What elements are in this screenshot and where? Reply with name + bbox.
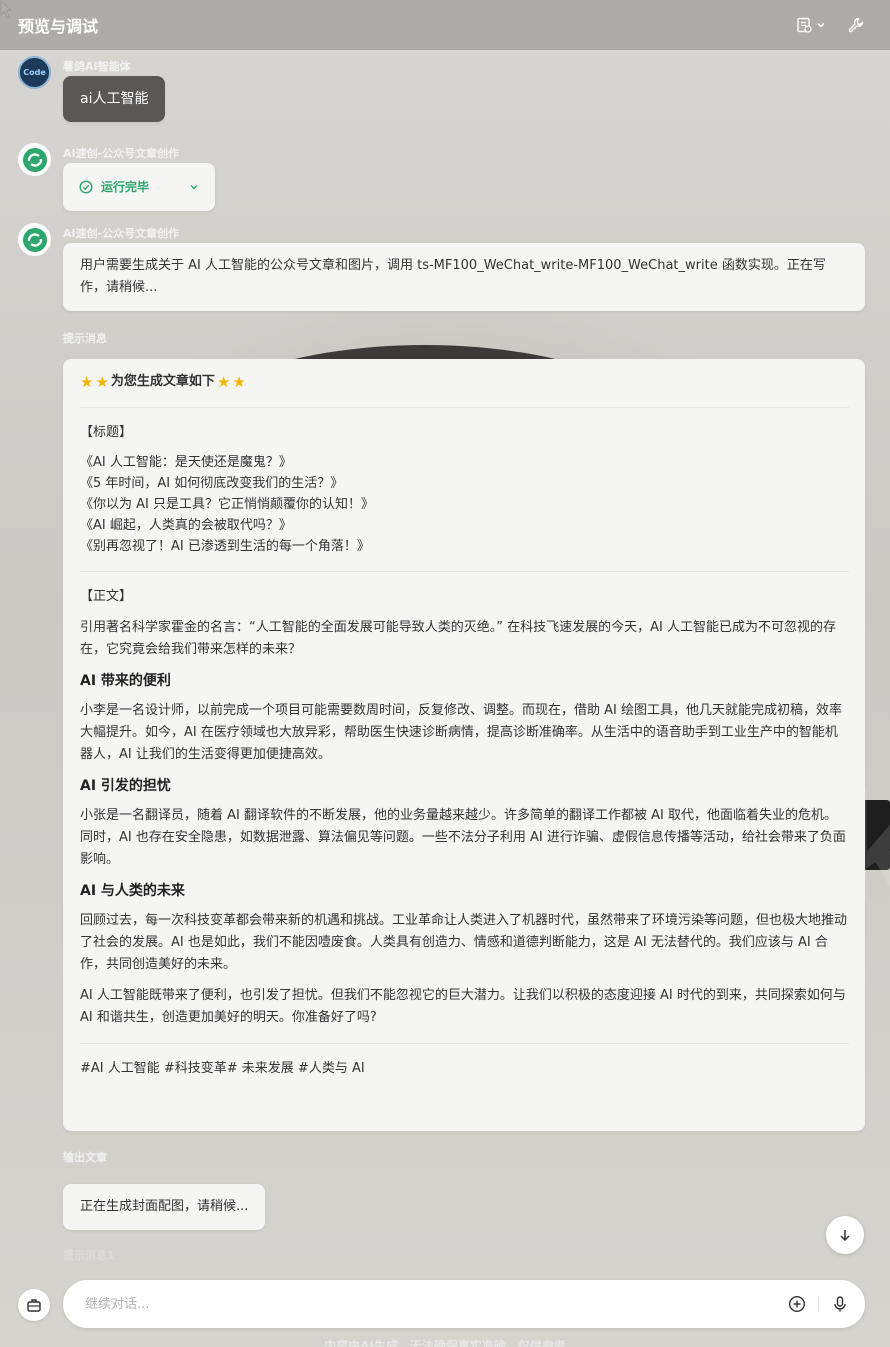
check-circle-icon xyxy=(79,180,93,194)
bot-logo-icon xyxy=(22,147,47,172)
star-icon: ★ xyxy=(95,373,109,391)
title-item: 《5 年时间，AI 如何彻底改变我们的生活？》 xyxy=(80,476,344,491)
section-text: 小张是一名翻译员，随着 AI 翻译软件的不断发展，他的业务量越来越少。许多简单的… xyxy=(80,808,846,867)
star-icon: ★ xyxy=(216,373,231,391)
history-dropdown-button[interactable] xyxy=(796,17,826,33)
title-tag: 【标题】 xyxy=(80,425,133,440)
user-sender-name: 薯鸽AI智能体 xyxy=(63,60,131,73)
hint-label: 提示消息 xyxy=(63,332,107,345)
bot-logo-icon xyxy=(22,227,47,252)
wrench-icon xyxy=(848,17,864,32)
disclaimer-text: 内容由AI生成，无法确保真实准确，仅供参考 xyxy=(324,1339,566,1347)
chevron-down-icon xyxy=(190,185,198,190)
section-heading: AI 带来的便利 xyxy=(80,673,171,689)
chat-input-container xyxy=(63,1280,865,1328)
page-title: 预览与调试 xyxy=(18,16,99,36)
article-heading: 为您生成文章如下 xyxy=(110,374,215,389)
star-icon: ★ xyxy=(80,373,94,391)
section-heading: AI 引发的担忧 xyxy=(80,778,171,794)
generating-bubble: 正在生成封面配图，请稍候... xyxy=(63,1184,266,1230)
toolbox-icon xyxy=(27,1299,41,1312)
output-label: 输出文章 xyxy=(63,1151,107,1164)
title-item: 《AI 人工智能：是天使还是魔鬼？》 xyxy=(80,455,292,470)
article-tags: #AI 人工智能 #科技变革# 未来发展 #人类与 AI xyxy=(80,1061,365,1076)
divider xyxy=(818,1296,819,1312)
user-message-bubble: ai人工智能 xyxy=(63,76,166,122)
arrow-down-icon xyxy=(840,1230,850,1242)
article-heading-row: ★ ★ 为您生成文章如下 ★ ★ xyxy=(80,371,849,393)
bot-avatar xyxy=(18,143,51,176)
body-tag: 【正文】 xyxy=(80,589,133,604)
title-item: 《AI 崛起，人类真的会被取代吗？》 xyxy=(80,518,292,533)
user-avatar: Code xyxy=(18,56,51,89)
chevron-down-icon xyxy=(817,22,825,28)
top-bar: 预览与调试 xyxy=(0,0,890,50)
bot-message-bubble: 用户需要生成关于 AI 人工智能的公众号文章和图片，调用 ts-MF100_We… xyxy=(63,243,865,311)
section-text: 回顾过去，每一次科技变革都会带来新的机遇和挑战。工业革命让人类进入了机器时代，虽… xyxy=(80,913,848,972)
hint-label-2: 提示消息1 xyxy=(63,1249,115,1262)
article-conclusion: AI 人工智能既带来了便利，也引发了担忧。但我们不能忽视它的巨大潜力。让我们以积… xyxy=(80,988,846,1025)
divider xyxy=(80,407,849,408)
scroll-to-bottom-button[interactable] xyxy=(826,1216,864,1254)
microphone-icon[interactable] xyxy=(831,1295,849,1313)
chat-input[interactable] xyxy=(85,1296,788,1312)
title-item: 《你以为 AI 只是工具？它正悄悄颠覆你的认知！》 xyxy=(80,497,374,512)
title-list: 《AI 人工智能：是天使还是魔鬼？》 《5 年时间，AI 如何彻底改变我们的生活… xyxy=(80,452,849,557)
star-icon: ★ xyxy=(232,373,246,391)
divider xyxy=(80,1043,849,1044)
run-status-label: 运行完毕 xyxy=(101,180,150,194)
add-circle-icon[interactable] xyxy=(788,1295,806,1313)
article-intro: 引用著名科学家霍金的名言：“人工智能的全面发展可能导致人类的灭绝。” 在科技飞速… xyxy=(80,620,836,657)
avatar-label: Code xyxy=(23,68,46,77)
toolbox-button[interactable] xyxy=(18,1289,50,1321)
title-item: 《别再忽视了！AI 已渗透到生活的每一个角落！》 xyxy=(80,539,370,554)
divider xyxy=(80,571,849,572)
bot-avatar xyxy=(18,223,51,256)
section-text: 小李是一名设计师，以前完成一个项目可能需要数周时间，反复修改、调整。而现在，借助… xyxy=(80,703,842,762)
section-heading: AI 与人类的未来 xyxy=(80,883,185,899)
settings-button[interactable] xyxy=(848,17,864,33)
bot-sender-name: AI速创-公众号文章创作 xyxy=(63,147,180,160)
bot-sender-name: AI速创-公众号文章创作 xyxy=(63,227,180,240)
run-status-toggle[interactable]: 运行完毕 xyxy=(63,163,215,211)
article-card: ★ ★ 为您生成文章如下 ★ ★ 【标题】 《AI 人工智能：是天使还是魔鬼？》… xyxy=(63,359,865,1131)
document-list-icon xyxy=(797,17,812,33)
